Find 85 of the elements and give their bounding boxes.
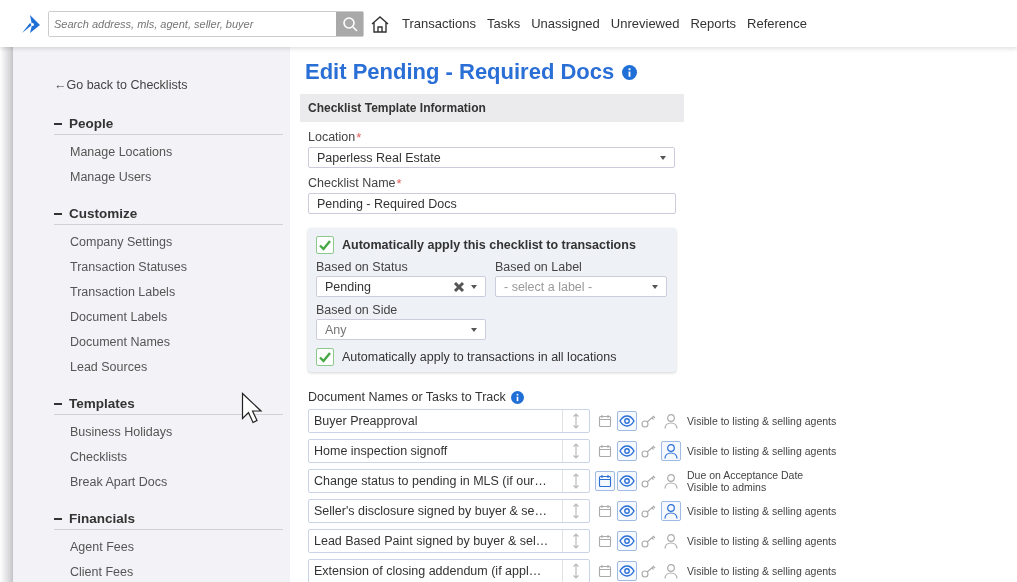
document-name-field[interactable]: Buyer Preapproval xyxy=(308,409,590,433)
collapse-icon[interactable] xyxy=(54,122,62,125)
field-label: Document Names or Tasks to Track xyxy=(308,390,506,404)
sidebar-item[interactable]: Checklists xyxy=(54,445,127,470)
eye-icon[interactable] xyxy=(617,471,637,491)
checkbox-label: Automatically apply this checklist to transactions xyxy=(342,238,636,252)
section-heading: People xyxy=(69,116,114,131)
nav-link[interactable]: Unreviewed xyxy=(610,16,680,31)
eye-icon[interactable] xyxy=(617,411,637,431)
info-icon[interactable] xyxy=(622,64,638,80)
section-heading: Templates xyxy=(69,396,135,411)
section-heading: Financials xyxy=(69,511,136,526)
home-icon[interactable] xyxy=(370,13,390,34)
name-input-field[interactable]: Pending - Required Docs xyxy=(308,193,676,214)
search-button[interactable] xyxy=(336,11,363,36)
required-mark: * xyxy=(356,130,362,145)
visibility-note: Due on Acceptance Date xyxy=(687,469,804,481)
person-icon[interactable] xyxy=(661,501,681,521)
document-name-field[interactable]: Home inspection signoff xyxy=(308,439,590,463)
search-icon xyxy=(341,15,358,32)
nav-link[interactable]: Transactions xyxy=(402,16,476,31)
visibility-note: Visible to listing & selling agents xyxy=(687,415,837,427)
eye-icon[interactable] xyxy=(617,561,637,581)
field-label: Location xyxy=(308,130,356,145)
sidebar-item[interactable]: Transaction Statuses xyxy=(54,255,187,280)
eye-icon[interactable] xyxy=(617,501,637,521)
side-dropdown[interactable]: Any xyxy=(316,319,486,340)
nav-link[interactable]: Reference xyxy=(747,16,807,31)
document-name-field[interactable]: Extension of closing addendum (if appl… xyxy=(308,559,590,582)
checkbox-label: Automatically apply to transactions in all locations xyxy=(342,350,617,364)
visibility-note: Visible to admins xyxy=(687,481,768,493)
document-name-field[interactable]: Seller's disclosure signed by buyer & se… xyxy=(308,499,590,523)
calendar-icon[interactable] xyxy=(595,471,615,491)
location-dropdown[interactable]: Paperless Real Estate xyxy=(308,147,675,168)
person-icon[interactable] xyxy=(661,411,681,431)
page-title: Edit Pending - Required Docs xyxy=(305,59,615,85)
back-link[interactable]: ←Go back to Checklists xyxy=(54,78,188,92)
checkbox[interactable] xyxy=(316,236,334,254)
sidebar-item[interactable]: Document Labels xyxy=(54,305,168,330)
caret-icon xyxy=(471,284,477,289)
checkbox[interactable] xyxy=(316,348,334,366)
person-icon[interactable] xyxy=(661,531,681,551)
info-icon[interactable] xyxy=(510,390,524,404)
sidebar-item[interactable]: Break Apart Docs xyxy=(54,470,168,495)
document-name-field[interactable]: Lead Based Paint signed by buyer & sel… xyxy=(308,529,590,553)
nav-link[interactable]: Tasks xyxy=(486,16,521,31)
visibility-note: Visible to listing & selling agents xyxy=(687,535,837,547)
person-icon[interactable] xyxy=(661,561,681,581)
caret-icon xyxy=(660,155,666,160)
required-mark: * xyxy=(396,176,402,191)
search-field[interactable]: Search address, mls, agent, seller, buyer xyxy=(48,10,364,37)
sidebar-item[interactable]: Document Names xyxy=(54,330,171,355)
caret-icon xyxy=(652,284,658,289)
field-label: Based on Label xyxy=(495,260,582,274)
field-label: Based on Status xyxy=(316,260,408,274)
sidebar-item[interactable]: Client Fees xyxy=(54,560,134,582)
collapse-icon[interactable] xyxy=(54,212,62,215)
clear-icon[interactable] xyxy=(453,280,465,293)
sidebar-item[interactable]: Lead Sources xyxy=(54,355,148,380)
section-heading: Customize xyxy=(69,206,138,221)
cursor-icon xyxy=(241,392,265,424)
person-icon[interactable] xyxy=(661,471,681,491)
eye-icon[interactable] xyxy=(617,531,637,551)
nav-link[interactable]: Unassigned xyxy=(531,16,600,31)
nav-link[interactable]: Reports xyxy=(690,16,736,31)
eye-icon[interactable] xyxy=(617,441,637,461)
field-label: Based on Side xyxy=(316,303,398,317)
field-label: Checklist Name xyxy=(308,176,396,191)
visibility-note: Visible to listing & selling agents xyxy=(687,445,837,457)
logo-icon[interactable] xyxy=(20,12,42,35)
sidebar-item[interactable]: Manage Users xyxy=(54,165,152,190)
collapse-icon[interactable] xyxy=(54,402,62,405)
sidebar-item[interactable]: Manage Locations xyxy=(54,140,173,165)
sidebar-item[interactable]: Agent Fees xyxy=(54,535,134,560)
sidebar-item[interactable]: Company Settings xyxy=(54,230,173,255)
document-name-field[interactable]: Change status to pending in MLS (if our… xyxy=(308,469,590,493)
person-icon[interactable] xyxy=(661,441,681,461)
sidebar-item[interactable]: Transaction Labels xyxy=(54,280,176,305)
status-dropdown[interactable]: Pending xyxy=(316,276,486,297)
section-header: Checklist Template Information xyxy=(300,94,684,122)
collapse-icon[interactable] xyxy=(54,517,62,520)
sidebar-item[interactable]: Business Holidays xyxy=(54,420,173,445)
caret-icon xyxy=(471,327,477,332)
visibility-note: Visible to listing & selling agents xyxy=(687,565,837,577)
visibility-note: Visible to listing & selling agents xyxy=(687,505,837,517)
